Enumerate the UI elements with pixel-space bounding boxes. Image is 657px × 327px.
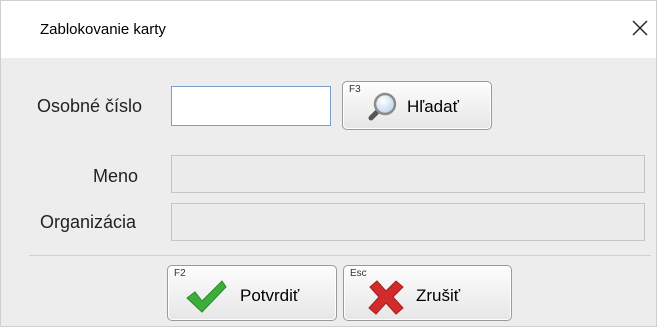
name-label: Meno bbox=[93, 166, 139, 186]
search-hotkey: F3 bbox=[349, 84, 361, 95]
organization-field bbox=[171, 203, 645, 241]
cancel-hotkey: Esc bbox=[350, 268, 367, 279]
close-button[interactable] bbox=[623, 11, 657, 45]
search-button-label: Hľadať bbox=[407, 97, 459, 116]
cancel-button-label: Zrušiť bbox=[416, 286, 461, 305]
organization-label: Organizácia bbox=[40, 212, 137, 232]
dialog-window: Zablokovanie karty Osobné číslo F3 Hľada… bbox=[0, 0, 657, 327]
confirm-button-label: Potvrdiť bbox=[240, 286, 300, 305]
title-bar: Zablokovanie karty bbox=[1, 1, 656, 58]
personal-number-input[interactable] bbox=[171, 86, 331, 126]
cross-icon bbox=[368, 280, 404, 315]
personal-number-label: Osobné číslo bbox=[37, 96, 143, 116]
checkmark-icon bbox=[186, 280, 227, 313]
confirm-button[interactable]: F2 Potvrdiť bbox=[167, 265, 337, 321]
close-icon bbox=[632, 20, 648, 36]
name-field bbox=[171, 155, 645, 193]
search-button[interactable]: F3 Hľadať bbox=[342, 81, 492, 130]
separator bbox=[29, 255, 651, 256]
dialog-title: Zablokovanie karty bbox=[40, 21, 166, 38]
magnifier-icon bbox=[368, 92, 397, 121]
cancel-button[interactable]: Esc Zrušiť bbox=[343, 265, 512, 321]
